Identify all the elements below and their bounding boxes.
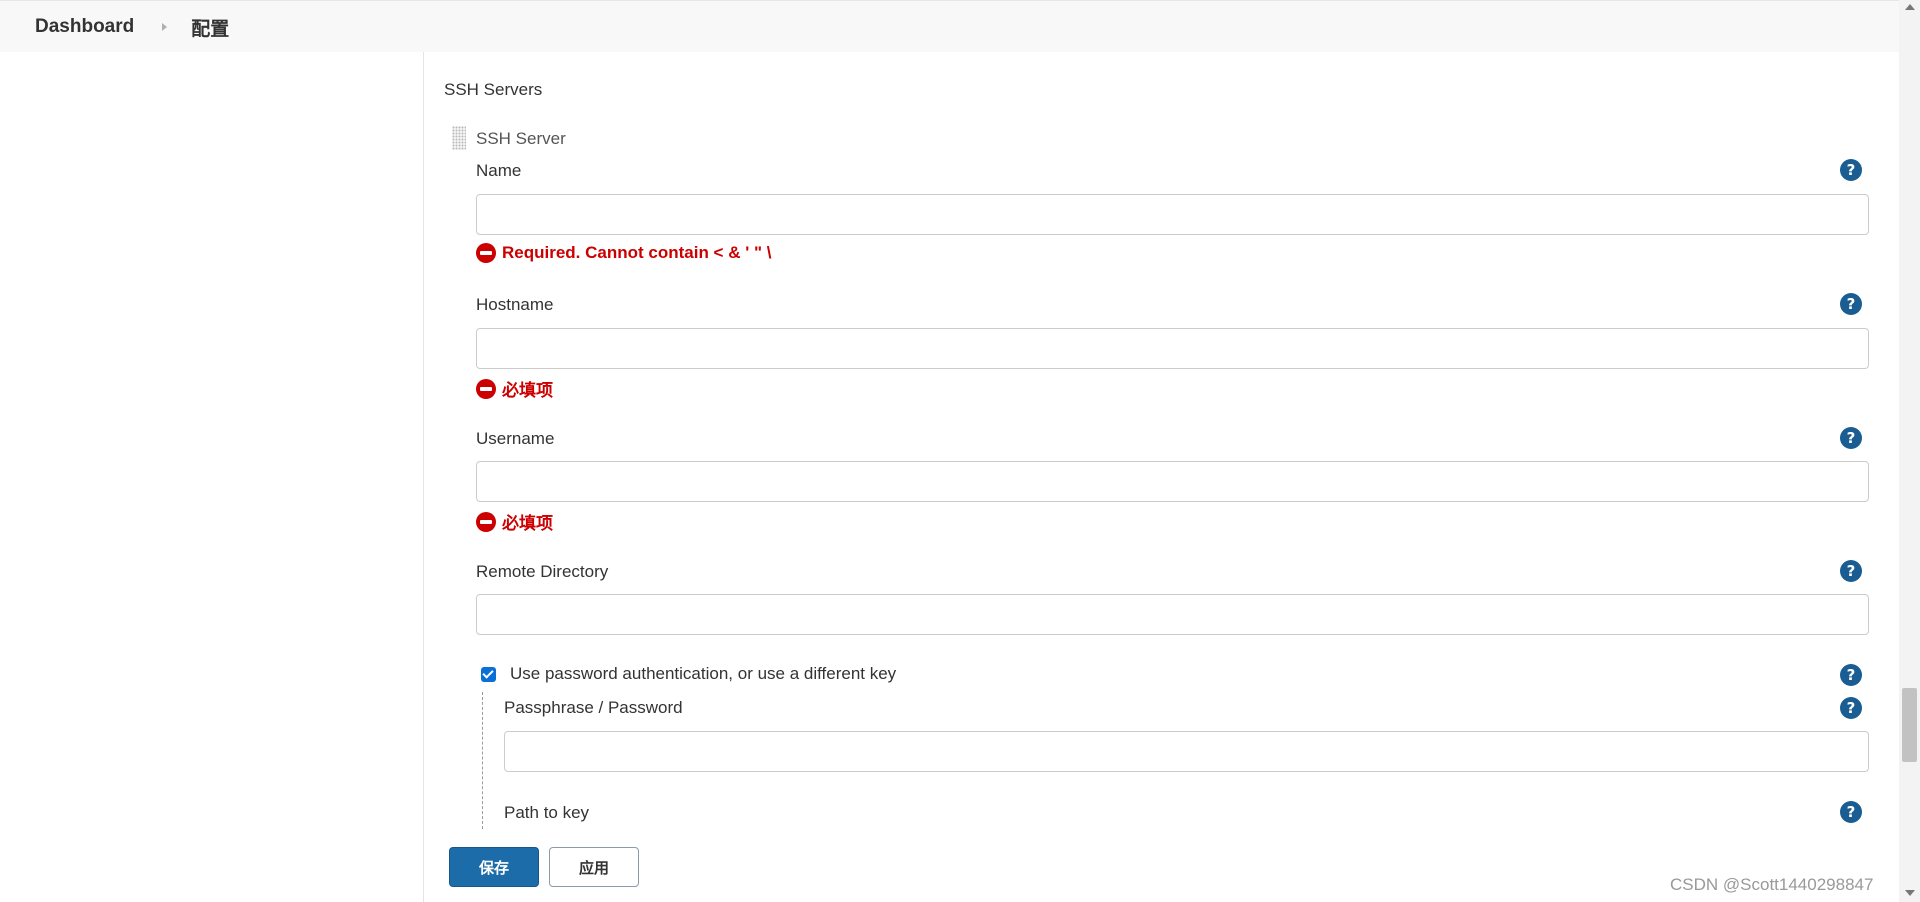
scroll-down-icon[interactable] [1905,890,1915,896]
name-input[interactable] [476,194,1869,235]
passphrase-input[interactable] [504,731,1869,772]
nested-section-guide [482,692,483,829]
path-to-key-label: Path to key [504,803,590,822]
sidebar-divider [423,52,424,902]
error-icon [476,243,496,263]
watermark: CSDN @Scott1440298847 [1670,875,1874,894]
help-icon[interactable]: ? [1840,427,1862,449]
section-title: SSH Servers [444,80,543,99]
username-error: 必填项 [476,509,553,534]
scroll-up-icon[interactable] [1905,4,1915,10]
chevron-right-icon [162,23,168,31]
use-password-checkbox[interactable] [481,666,496,682]
help-icon[interactable]: ? [1840,664,1862,686]
username-error-text: 必填项 [502,514,553,533]
name-label: Name [476,161,522,180]
remote-directory-input[interactable] [476,594,1869,635]
username-input[interactable] [476,461,1869,502]
breadcrumb-current: 配置 [191,18,230,40]
scrollbar[interactable] [1899,0,1920,902]
hostname-error: 必填项 [476,376,553,401]
remote-directory-label: Remote Directory [476,562,609,581]
block-title: SSH Server [476,129,566,148]
hostname-label: Hostname [476,295,554,314]
help-icon[interactable]: ? [1840,697,1862,719]
apply-button[interactable]: 应用 [549,847,639,887]
error-icon [476,378,496,399]
hostname-input[interactable] [476,328,1869,369]
username-label: Username [476,429,555,448]
name-error-text: Required. Cannot contain < & ' " \ [502,243,772,262]
scrollbar-thumb[interactable] [1902,688,1917,762]
help-icon[interactable]: ? [1840,560,1862,582]
save-button[interactable]: 保存 [449,847,539,887]
breadcrumb-dashboard-link[interactable]: Dashboard [35,16,134,38]
top-bar: Dashboard 配置 [0,0,1899,52]
use-password-row: Use password authentication, or use a di… [481,664,896,684]
hostname-error-text: 必填项 [502,381,553,400]
name-error: Required. Cannot contain < & ' " \ [476,243,772,263]
drag-handle-icon[interactable] [452,126,466,150]
help-icon[interactable]: ? [1840,159,1862,181]
use-password-label[interactable]: Use password authentication, or use a di… [510,664,896,684]
help-icon[interactable]: ? [1840,801,1862,823]
error-icon [476,511,496,532]
passphrase-label: Passphrase / Password [504,698,683,717]
help-icon[interactable]: ? [1840,293,1862,315]
breadcrumb: Dashboard 配置 [35,1,229,53]
